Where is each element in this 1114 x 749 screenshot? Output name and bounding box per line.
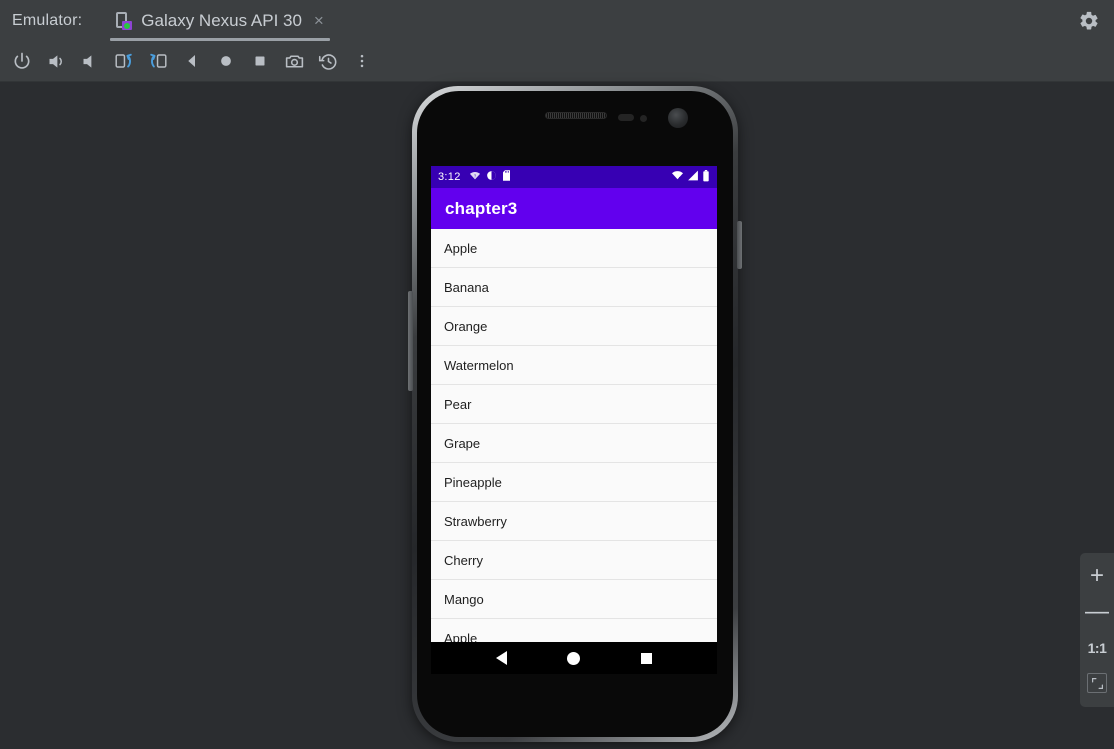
- actual-size-button[interactable]: 1:1: [1084, 637, 1110, 659]
- gear-icon[interactable]: [1078, 10, 1100, 32]
- proximity-sensor-icon: [618, 114, 634, 121]
- list-item[interactable]: Banana: [431, 268, 717, 307]
- cellular-signal-icon: [687, 170, 699, 184]
- emulator-window: Emulator: Galaxy Nexus API 30 × 3:12 ? c…: [0, 0, 1114, 749]
- wifi-unknown-icon: ?: [469, 170, 481, 184]
- more-options-button[interactable]: [349, 48, 375, 74]
- overview-button[interactable]: [247, 48, 273, 74]
- list-item[interactable]: Apple: [431, 619, 717, 642]
- rotate-left-button[interactable]: [111, 48, 137, 74]
- status-bar-clock: 3:12: [438, 171, 461, 183]
- volume-up-button[interactable]: [43, 48, 69, 74]
- fit-to-screen-icon[interactable]: [1087, 673, 1107, 693]
- window-titlebar: Emulator: Galaxy Nexus API 30 ×: [0, 0, 1114, 41]
- device-screen[interactable]: 3:12 ? chapter3 Apple Banana Orange Wate…: [431, 166, 717, 674]
- list-item[interactable]: Orange: [431, 307, 717, 346]
- tab-label: Galaxy Nexus API 30: [141, 10, 302, 30]
- device-running-icon: [114, 11, 134, 31]
- nav-recents-key[interactable]: [627, 642, 667, 674]
- battery-icon: [702, 169, 710, 185]
- zoom-controls-panel: + — 1:1: [1080, 553, 1114, 707]
- android-status-bar: 3:12 ?: [431, 166, 717, 188]
- list-item[interactable]: Pineapple: [431, 463, 717, 502]
- screenshot-button[interactable]: [281, 48, 307, 74]
- list-item[interactable]: Mango: [431, 580, 717, 619]
- app-action-bar: chapter3: [431, 188, 717, 229]
- earpiece-speaker-icon: [545, 112, 607, 119]
- status-bar-notification-icons: ?: [469, 170, 511, 184]
- volume-down-button[interactable]: [77, 48, 103, 74]
- nav-home-key[interactable]: [554, 642, 594, 674]
- list-item[interactable]: Watermelon: [431, 346, 717, 385]
- do-not-disturb-icon: [486, 170, 497, 184]
- tab-galaxy-nexus-api-30[interactable]: Galaxy Nexus API 30 ×: [110, 0, 330, 41]
- power-button[interactable]: [9, 48, 35, 74]
- app-bar-title: chapter3: [445, 198, 518, 218]
- fruit-list-view[interactable]: Apple Banana Orange Watermelon Pear Grap…: [431, 229, 717, 642]
- list-item[interactable]: Cherry: [431, 541, 717, 580]
- record-history-button[interactable]: [315, 48, 341, 74]
- android-navigation-bar: [431, 642, 717, 674]
- emulator-canvas: 3:12 ? chapter3 Apple Banana Orange Wate…: [0, 82, 1114, 749]
- zoom-in-button[interactable]: +: [1084, 564, 1110, 588]
- list-item[interactable]: Grape: [431, 424, 717, 463]
- list-item[interactable]: Strawberry: [431, 502, 717, 541]
- back-button[interactable]: [179, 48, 205, 74]
- status-bar-system-icons: [671, 169, 710, 185]
- list-item[interactable]: Apple: [431, 229, 717, 268]
- home-button[interactable]: [213, 48, 239, 74]
- wifi-no-internet-icon: [671, 170, 684, 184]
- rotate-right-button[interactable]: [145, 48, 171, 74]
- list-item[interactable]: Pear: [431, 385, 717, 424]
- zoom-out-button[interactable]: —: [1084, 600, 1110, 624]
- front-camera-icon: [668, 108, 688, 128]
- sd-card-icon: [502, 170, 511, 184]
- android-device-frame: 3:12 ? chapter3 Apple Banana Orange Wate…: [408, 86, 742, 742]
- close-icon[interactable]: ×: [314, 12, 324, 29]
- nav-back-key[interactable]: [481, 642, 521, 674]
- emulator-toolbar: [0, 41, 1114, 82]
- light-sensor-icon: [640, 115, 647, 122]
- power-hardware-button[interactable]: [737, 221, 742, 269]
- emulator-label: Emulator:: [12, 11, 83, 29]
- volume-rocker-hardware-button[interactable]: [408, 291, 413, 391]
